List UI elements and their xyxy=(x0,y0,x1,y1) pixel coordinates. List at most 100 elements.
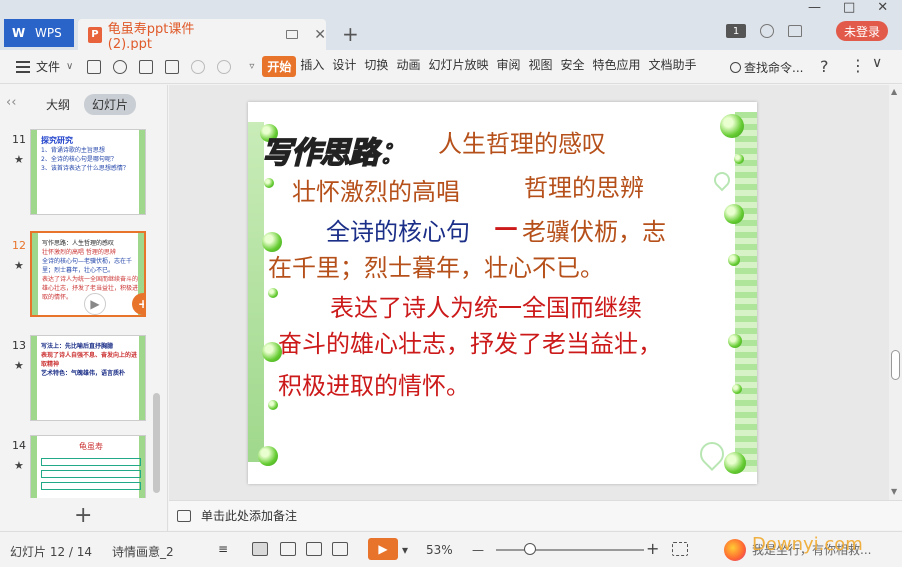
menu-bar: 文件 ∨ ▿ 开始 插入 设计 切换 动画 幻灯片放映 审阅 视图 安全 特色应用 文档助手 查找命… xyxy=(0,50,902,84)
zoom-level[interactable]: 53% xyxy=(426,543,453,557)
downyi-logo-icon xyxy=(724,538,746,561)
print-icon[interactable] xyxy=(139,59,154,74)
align-menu-icon[interactable]: ≡ xyxy=(218,542,234,556)
notes-area[interactable]: 单击此处添加备注 xyxy=(169,500,902,530)
slide-line-2b: 哲理的思辨 xyxy=(524,174,644,202)
ribbon-tab[interactable]: 安全 xyxy=(557,56,589,77)
bubble-decoration xyxy=(732,384,742,394)
zoom-out-button[interactable]: — xyxy=(472,543,484,557)
animation-star-icon: ★ xyxy=(14,259,24,272)
tab-slides[interactable]: 幻灯片 xyxy=(84,94,137,115)
collapse-ribbon-icon[interactable]: ∨ xyxy=(872,55,882,71)
normal-view-icon[interactable] xyxy=(252,542,268,556)
slide-left-decoration xyxy=(248,122,264,462)
bubble-decoration xyxy=(724,204,744,224)
ribbon-tab[interactable]: 幻灯片放映 xyxy=(424,56,492,77)
thumbnail-text: 写法上：先比喻后直抒胸臆 表现了诗人自强不息、奋发向上的进取精神 艺术特色：气魄… xyxy=(41,343,138,377)
fit-window-icon[interactable] xyxy=(672,542,688,556)
ribbon-tab[interactable]: 视图 xyxy=(524,56,556,77)
window-count-badge[interactable]: 1 xyxy=(726,24,746,38)
canvas-scrollbar[interactable]: ▲ ▼ xyxy=(889,85,902,500)
play-slideshow-button[interactable]: ▶ xyxy=(368,538,398,560)
ribbon-tab[interactable]: 切换 xyxy=(360,56,392,77)
redo-icon[interactable] xyxy=(217,59,232,74)
theme-name[interactable]: 诗情画意_2 xyxy=(112,543,174,560)
slide-line-6: 奋斗的雄心壮志，抒发了老当益壮， xyxy=(278,330,662,358)
command-search[interactable]: 查找命令... xyxy=(730,59,803,76)
play-slide-icon[interactable]: ▶ xyxy=(84,293,106,315)
ribbon-tab[interactable]: 特色应用 xyxy=(589,56,645,77)
bubble-decoration xyxy=(728,254,740,266)
bubble-decoration xyxy=(264,178,274,188)
customize-chevron-icon[interactable]: ▿ xyxy=(249,61,254,72)
ribbon-tab[interactable]: 开始 xyxy=(262,56,297,77)
ribbon-tab[interactable]: 审阅 xyxy=(492,56,524,77)
ribbon-tab[interactable]: 设计 xyxy=(328,56,360,77)
slide-thumbnail[interactable]: 龟虽寿 xyxy=(30,435,146,498)
slide-thumbnail[interactable]: 写法上：先比喻后直抒胸臆 表现了诗人自强不息、奋发向上的进取精神 艺术特色：气魄… xyxy=(30,335,146,421)
scroll-down-icon[interactable]: ▼ xyxy=(891,487,897,496)
scroll-up-icon[interactable]: ▲ xyxy=(891,87,897,96)
ribbon-tab[interactable]: 插入 xyxy=(296,56,328,77)
notes-placeholder: 单击此处添加备注 xyxy=(201,509,298,523)
tab-outline[interactable]: 大纲 xyxy=(46,96,70,113)
slide-sorter-icon[interactable] xyxy=(280,542,296,556)
bubble-decoration xyxy=(734,154,744,164)
thumbnail-scrollbar[interactable] xyxy=(153,125,160,495)
wps-home-tab[interactable]: W WPS xyxy=(4,19,74,47)
current-slide[interactable]: 写作思路： 人生哲理的感叹 壮怀激烈的高唱 哲理的思辨 全诗的核心句 — 老骥伏… xyxy=(248,102,757,484)
ribbon-tab[interactable]: 文档助手 xyxy=(645,56,701,77)
animation-star-icon: ★ xyxy=(14,459,24,472)
ribbon-tab[interactable]: 动画 xyxy=(392,56,424,77)
print-preview-icon[interactable] xyxy=(165,59,180,74)
slide-number: 14 xyxy=(12,439,26,452)
add-slide-button[interactable]: + xyxy=(74,503,92,528)
close-window-icon[interactable]: ✕ xyxy=(877,0,888,15)
title-bar: W WPS P 龟虽寿ppt课件 (2).ppt ✕ + 1 未登录 — □ ✕ xyxy=(0,0,902,52)
slide-line-4: 在千里；烈士暮年，壮心不已。 xyxy=(268,254,604,282)
wps-label: WPS xyxy=(35,26,62,40)
reading-view-icon[interactable] xyxy=(306,542,322,556)
document-tab[interactable]: P 龟虽寿ppt课件 (2).ppt ✕ xyxy=(78,19,326,52)
screen-icon[interactable] xyxy=(286,30,299,39)
zoom-in-button[interactable]: + xyxy=(646,539,659,558)
help-icon[interactable]: ? xyxy=(820,57,829,76)
slide-counter: 幻灯片 12 / 14 xyxy=(10,545,93,559)
slide-thumbnails: 11 ★ 探究研究 1、背诵诗歌的主旨思想 2、全诗的核心句是哪句呢？ 3、该首… xyxy=(0,123,160,498)
minimize-icon[interactable]: — xyxy=(808,0,821,15)
save-icon[interactable] xyxy=(87,59,102,74)
heart-decoration xyxy=(710,168,734,192)
slide-line-3b: 老骥伏枥，志 xyxy=(522,218,666,246)
slide-thumbnail-selected[interactable]: 写作思路：人生哲理的感叹 壮怀激烈的高唱 哲理的思辨 全诗的核心句—老骥伏枥，志… xyxy=(30,231,146,317)
search-icon xyxy=(730,62,741,73)
undo-icon[interactable] xyxy=(191,59,206,74)
cloud-sync-icon[interactable] xyxy=(760,24,774,38)
slide-line-3-dash: — xyxy=(494,212,518,241)
watermark-brand: Downyi.com xyxy=(752,534,863,555)
presenter-view-icon[interactable] xyxy=(332,542,348,556)
zoom-slider-knob[interactable] xyxy=(524,543,536,555)
play-options-chevron-icon[interactable]: ▾ xyxy=(402,543,408,557)
chevron-down-icon[interactable]: ∨ xyxy=(66,61,73,72)
bubble-decoration xyxy=(268,288,278,298)
skin-icon[interactable] xyxy=(788,25,802,37)
file-menu[interactable]: 文件 xyxy=(36,58,60,75)
slide-line-2a: 壮怀激烈的高唱 xyxy=(292,178,460,206)
bubble-decoration xyxy=(258,446,278,466)
wps-logo-icon: W xyxy=(12,26,26,40)
login-button[interactable]: 未登录 xyxy=(836,21,888,41)
slide-number: 13 xyxy=(12,339,26,352)
close-tab-icon[interactable]: ✕ xyxy=(314,27,326,43)
more-icon[interactable]: ⋮ xyxy=(850,56,866,75)
slide-thumbnail[interactable]: 探究研究 1、背诵诗歌的主旨思想 2、全诗的核心句是哪句呢？ 3、该首诗表达了什… xyxy=(30,129,146,215)
status-bar: 幻灯片 12 / 14 诗情画意_2 ≡ ▶ ▾ 53% — + 我是坐行，有你… xyxy=(0,531,902,566)
format-painter-icon[interactable] xyxy=(113,59,128,74)
hamburger-icon[interactable] xyxy=(16,60,30,73)
zoom-slider[interactable] xyxy=(496,549,644,551)
scrollbar-thumb[interactable] xyxy=(891,350,900,380)
maximize-icon[interactable]: □ xyxy=(843,0,855,15)
collapse-panel-icon[interactable]: ‹‹ xyxy=(6,95,16,110)
bubble-decoration xyxy=(720,114,744,138)
slide-line-7: 积极进取的情怀。 xyxy=(278,372,470,400)
new-tab-button[interactable]: + xyxy=(342,22,359,46)
